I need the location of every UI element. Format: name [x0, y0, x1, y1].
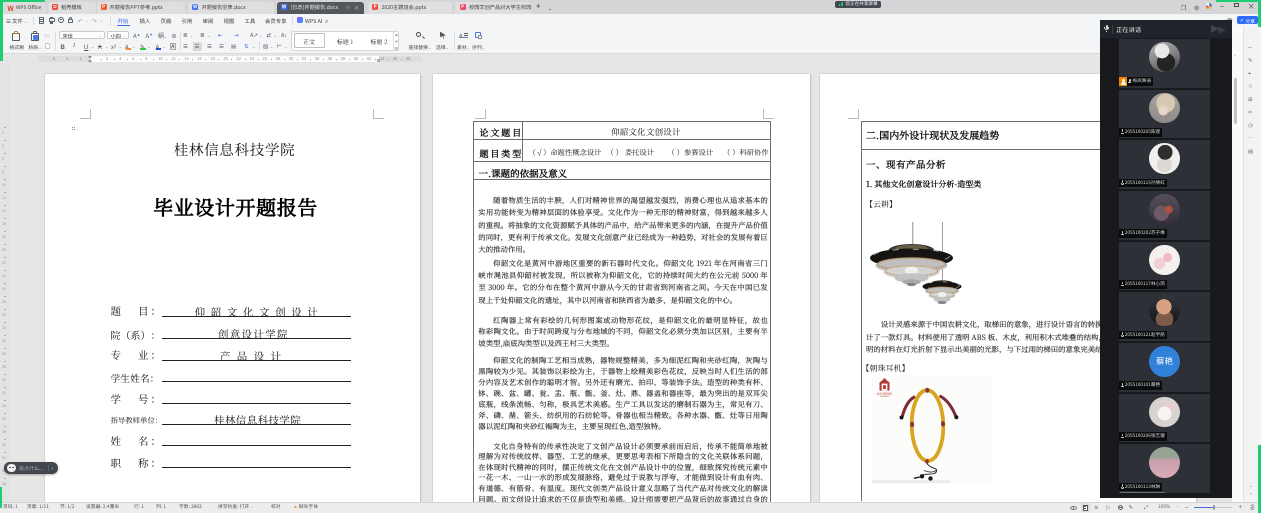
svg-text:故宫博物院: 故宫博物院: [876, 391, 891, 396]
